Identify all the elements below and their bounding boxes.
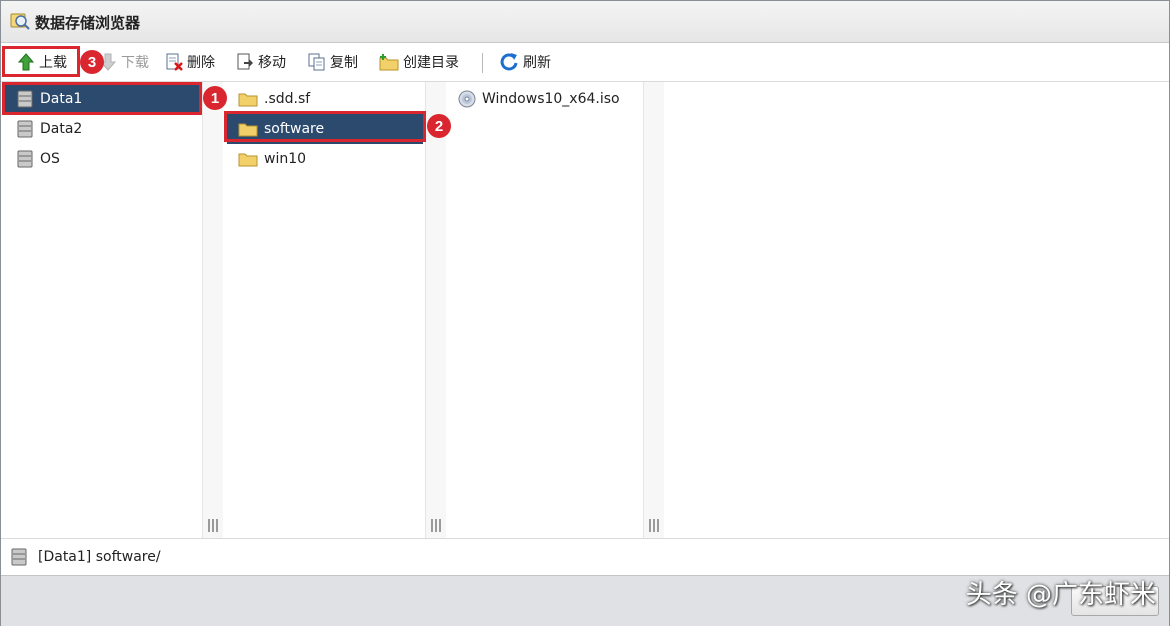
disc-image-icon xyxy=(458,90,476,108)
current-path: [Data1] software/ xyxy=(38,549,161,565)
file-list: Windows10_x64.iso xyxy=(446,82,643,538)
watermark: 头条 @广东虾米 xyxy=(965,580,1156,610)
toolbar-separator xyxy=(482,53,483,73)
folder-label: win10 xyxy=(264,151,307,167)
datastore-icon xyxy=(11,548,27,566)
file-item-windows10-iso[interactable]: Windows10_x64.iso xyxy=(446,84,642,114)
annotation-highlight-software xyxy=(224,111,426,142)
folder-list: .sdd.sf software win10 xyxy=(223,82,425,538)
copy-button[interactable]: 复制 xyxy=(304,49,362,75)
window-title: 数据存储浏览器 xyxy=(35,14,141,32)
datastore-browser-icon xyxy=(10,13,30,30)
annotation-badge-2: 2 xyxy=(427,114,451,138)
move-file-icon xyxy=(237,53,253,70)
create-directory-button[interactable]: 创建目录 xyxy=(375,49,463,75)
refresh-button[interactable]: 刷新 xyxy=(495,49,555,75)
splitter-grip-icon xyxy=(649,519,659,532)
folder-label: .sdd.sf xyxy=(264,91,311,107)
annotation-highlight-data1 xyxy=(2,82,202,115)
folder-icon xyxy=(238,93,258,107)
folder-icon xyxy=(238,153,258,167)
annotation-badge-3: 3 xyxy=(80,50,104,74)
datastore-item-os[interactable]: OS xyxy=(2,144,200,174)
empty-pane xyxy=(664,82,1169,538)
pane-splitter[interactable] xyxy=(643,82,665,538)
refresh-icon xyxy=(500,53,518,71)
splitter-grip-icon xyxy=(431,519,441,532)
pane-splitter[interactable] xyxy=(202,82,224,538)
datastore-label: Data2 xyxy=(40,121,83,137)
delete-button[interactable]: 删除 xyxy=(161,49,219,75)
datastore-item-data2[interactable]: Data2 xyxy=(2,114,200,144)
file-label: Windows10_x64.iso xyxy=(482,91,620,107)
pane-splitter[interactable] xyxy=(425,82,447,538)
create-directory-label: 创建目录 xyxy=(403,55,459,71)
datastore-icon xyxy=(17,150,33,168)
delete-label: 删除 xyxy=(187,55,215,71)
refresh-label: 刷新 xyxy=(523,55,551,71)
splitter-grip-icon xyxy=(208,519,218,532)
copy-label: 复制 xyxy=(330,55,358,71)
folder-item-sdd-sf[interactable]: .sdd.sf xyxy=(227,84,423,114)
toolbar: 上载 下载 删除 移动 复制 创建目录 刷新 xyxy=(1,43,1169,82)
datastore-label: OS xyxy=(40,151,60,167)
status-bar: [Data1] software/ xyxy=(1,538,1169,575)
datastore-list: Data1 Data2 OS xyxy=(1,82,202,538)
move-button[interactable]: 移动 xyxy=(232,49,290,75)
copy-file-icon xyxy=(308,53,325,71)
move-label: 移动 xyxy=(258,55,286,71)
delete-file-icon xyxy=(166,53,183,71)
title-bar: 数据存储浏览器 xyxy=(1,1,1169,43)
new-folder-icon xyxy=(379,54,399,71)
annotation-badge-1: 1 xyxy=(203,86,227,110)
download-label: 下载 xyxy=(121,55,149,71)
annotation-highlight-upload xyxy=(2,46,80,77)
datastore-icon xyxy=(17,120,33,138)
folder-item-win10[interactable]: win10 xyxy=(227,144,423,174)
